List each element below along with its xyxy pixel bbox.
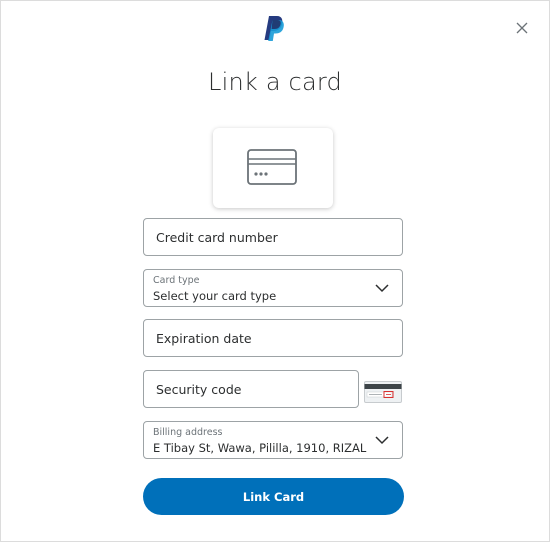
chevron-down-icon bbox=[375, 284, 389, 293]
card-illustration bbox=[213, 128, 333, 208]
close-button[interactable] bbox=[512, 18, 532, 38]
page-title: Link a card bbox=[208, 68, 342, 96]
billing-address-value: E Tibay St, Wawa, Pililla, 1910, RIZAL bbox=[153, 441, 367, 455]
card-type-select[interactable]: Card type Select your card type bbox=[143, 269, 403, 307]
billing-address-label: Billing address bbox=[153, 427, 223, 438]
card-number-placeholder: Credit card number bbox=[156, 230, 278, 245]
card-number-field[interactable]: Credit card number bbox=[143, 218, 403, 256]
expiration-date-field[interactable]: Expiration date bbox=[143, 319, 403, 357]
billing-address-select[interactable]: Billing address E Tibay St, Wawa, Pilill… bbox=[143, 421, 403, 459]
card-back-cvv-icon bbox=[364, 381, 402, 403]
paypal-logo-icon bbox=[262, 14, 286, 42]
credit-card-icon bbox=[247, 149, 297, 185]
card-type-label: Card type bbox=[153, 275, 200, 286]
link-card-button[interactable]: Link Card bbox=[143, 478, 404, 515]
security-code-placeholder: Security code bbox=[156, 382, 242, 397]
card-type-value: Select your card type bbox=[153, 289, 277, 303]
chevron-down-icon bbox=[375, 436, 389, 445]
expiration-date-placeholder: Expiration date bbox=[156, 331, 252, 346]
close-icon bbox=[516, 22, 528, 34]
security-code-field[interactable]: Security code bbox=[143, 370, 359, 408]
